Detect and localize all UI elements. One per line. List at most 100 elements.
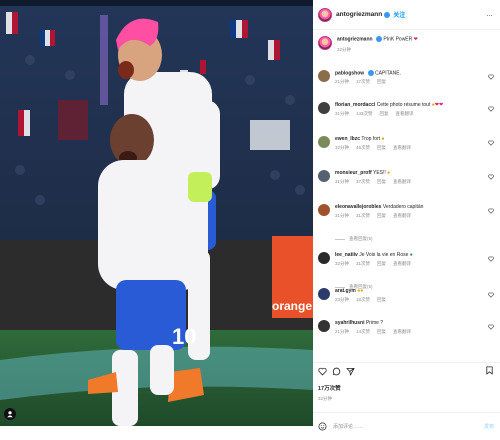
comment-likes[interactable]: 31次赞 xyxy=(356,261,370,267)
heart-icon[interactable] xyxy=(488,208,494,214)
emoji-icon[interactable] xyxy=(318,422,327,431)
see-translation-link[interactable]: 查看翻译 xyxy=(393,179,411,185)
comment-likes[interactable]: 45次赞 xyxy=(356,145,370,151)
heart-icon[interactable] xyxy=(488,292,494,298)
emoji-icon: ● xyxy=(381,136,385,142)
bookmark-icon[interactable] xyxy=(485,366,494,375)
comment-username[interactable]: ewen_lbzc xyxy=(335,136,360,142)
reply-button[interactable]: 回复 xyxy=(377,145,386,151)
heart-emoji-icon: ❤ xyxy=(413,36,418,43)
see-translation-link[interactable]: 查看翻译 xyxy=(393,261,411,267)
heart-icon[interactable] xyxy=(488,256,494,262)
reply-button[interactable]: 回复 xyxy=(380,111,389,117)
reply-button[interactable]: 回复 xyxy=(377,179,386,185)
heart-icon[interactable] xyxy=(318,367,327,376)
comment-username[interactable]: eleonavallejorobles xyxy=(335,204,381,210)
user-tag-icon[interactable] xyxy=(4,408,16,420)
view-replies-text[interactable]: 查看回复(5) xyxy=(349,236,373,242)
post-username[interactable]: antogriezmann xyxy=(336,11,382,18)
comment-time: 32分钟 xyxy=(335,145,350,150)
follow-button[interactable]: 关注 xyxy=(393,10,405,19)
comment-item: ewen_lbzc Trop fort ● 32分钟 45次赞 回复 查看翻译 xyxy=(318,136,498,151)
avatar[interactable] xyxy=(318,136,330,148)
post-actions-bar xyxy=(313,362,500,380)
comment-text: Verdadero capitán xyxy=(382,204,424,210)
comment-text: YES!! xyxy=(372,170,386,176)
post-side-panel: antogriezmann 关注 … antogriezmann PInK Po… xyxy=(313,0,500,440)
comment-item: florian_mordacci Cette photo résume tout… xyxy=(318,102,498,117)
comment-icon[interactable] xyxy=(332,367,341,376)
avatar[interactable] xyxy=(318,320,330,332)
see-translation-link[interactable]: 查看翻译 xyxy=(393,329,411,335)
see-translation-link[interactable]: 查看翻译 xyxy=(393,145,411,151)
comment-item: monsieur_proff YES!! ● 31分钟 37次赞 回复 查看翻译 xyxy=(318,170,498,185)
see-translation-link[interactable]: 查看翻译 xyxy=(396,111,414,117)
heart-icon[interactable] xyxy=(488,324,494,330)
comment-item: pablogshow CAPITANE. 21分钟 17次赞 回复 xyxy=(318,70,498,85)
share-icon[interactable] xyxy=(346,367,355,376)
reply-button[interactable]: 回复 xyxy=(377,329,386,335)
comment-time: 21分钟 xyxy=(335,329,350,334)
caption-time: 32分钟 xyxy=(337,47,352,53)
comment-item: syahrilhusni Prime ? 21分钟 14次赞 回复 查看翻译 xyxy=(318,320,498,335)
comment-username[interactable]: syahrilhusni xyxy=(335,320,364,326)
post-date[interactable]: 32分钟 xyxy=(318,396,332,402)
comment-likes[interactable]: 143次赞 xyxy=(356,111,373,117)
view-replies-link[interactable]: 查看回复(5) xyxy=(335,236,373,242)
avatar[interactable] xyxy=(318,204,330,216)
emoji-icon: ●● xyxy=(357,288,364,294)
avatar[interactable] xyxy=(318,36,332,50)
comment-time: 32分钟 xyxy=(335,261,350,266)
emoji-icon: ● xyxy=(387,170,391,176)
heart-icon[interactable] xyxy=(488,140,494,146)
post-caption: antogriezmann PInK PowER ❤ 32分钟 xyxy=(318,36,418,53)
comment-time: 31分钟 xyxy=(335,179,350,184)
avatar[interactable] xyxy=(318,288,330,300)
comment-text: Trop fort xyxy=(361,136,381,142)
comment-time: 31分钟 xyxy=(335,111,350,116)
avatar[interactable] xyxy=(318,170,330,182)
comment-item: eleonavallejorobles Verdadero capitán 31… xyxy=(318,204,498,219)
avatar[interactable] xyxy=(318,252,330,264)
heart-icon[interactable] xyxy=(488,74,494,80)
verified-badge-icon xyxy=(384,11,391,18)
heart-icon[interactable] xyxy=(488,106,494,112)
comment-likes[interactable]: 17次赞 xyxy=(356,79,370,85)
comment-username[interactable]: lee_natiiv xyxy=(335,252,358,258)
caption-text: PInK PowER xyxy=(383,36,413,43)
see-translation-link[interactable]: 查看翻译 xyxy=(393,213,411,219)
comment-username[interactable]: arat.gym xyxy=(335,288,356,294)
reply-button[interactable]: 回复 xyxy=(377,261,386,267)
add-comment-bar: 添加评论…… 发布 xyxy=(313,412,500,440)
post-header: antogriezmann 关注 … xyxy=(313,0,500,30)
avatar[interactable] xyxy=(318,7,332,22)
heart-icon[interactable] xyxy=(488,174,494,180)
comment-username[interactable]: florian_mordacci xyxy=(335,102,375,108)
avatar[interactable] xyxy=(318,102,330,114)
reply-button[interactable]: 回复 xyxy=(377,213,386,219)
instagram-post-window: orange 10 antogriezmann 关注 … antogriezma… xyxy=(0,0,500,440)
comment-likes[interactable]: 31次赞 xyxy=(356,213,370,219)
comment-time: 31分钟 xyxy=(335,213,350,218)
reply-button[interactable]: 回复 xyxy=(377,79,386,85)
verified-badge-icon xyxy=(367,70,374,76)
post-comment-button[interactable]: 发布 xyxy=(484,423,494,430)
comment-text: Cette photo résume tout xyxy=(376,102,431,108)
reply-button[interactable]: 回复 xyxy=(377,297,386,303)
caption-username[interactable]: antogriezmann xyxy=(337,36,373,42)
post-photo[interactable]: orange 10 xyxy=(0,0,313,426)
comments-list[interactable]: antogriezmann PInK PowER ❤ 32分钟 pablogsh… xyxy=(313,30,500,360)
ad-board-text: orange xyxy=(272,299,312,313)
comment-input[interactable]: 添加评论…… xyxy=(333,423,363,430)
more-options-icon[interactable]: … xyxy=(486,11,494,18)
avatar[interactable] xyxy=(318,70,330,82)
comment-username[interactable]: pablogshow xyxy=(335,70,364,76)
comment-likes[interactable]: 18次赞 xyxy=(356,297,370,303)
comment-likes[interactable]: 37次赞 xyxy=(356,179,370,185)
comment-text: Prime ? xyxy=(365,320,384,326)
comment-text: Je Vois la vie en Rose xyxy=(359,252,409,258)
comment-item: lee_natiiv Je Vois la vie en Rose ● 32分钟… xyxy=(318,252,498,267)
comment-username[interactable]: monsieur_proff xyxy=(335,170,372,176)
comment-likes[interactable]: 14次赞 xyxy=(356,329,370,335)
likes-count[interactable]: 17万次赞 xyxy=(318,384,341,392)
